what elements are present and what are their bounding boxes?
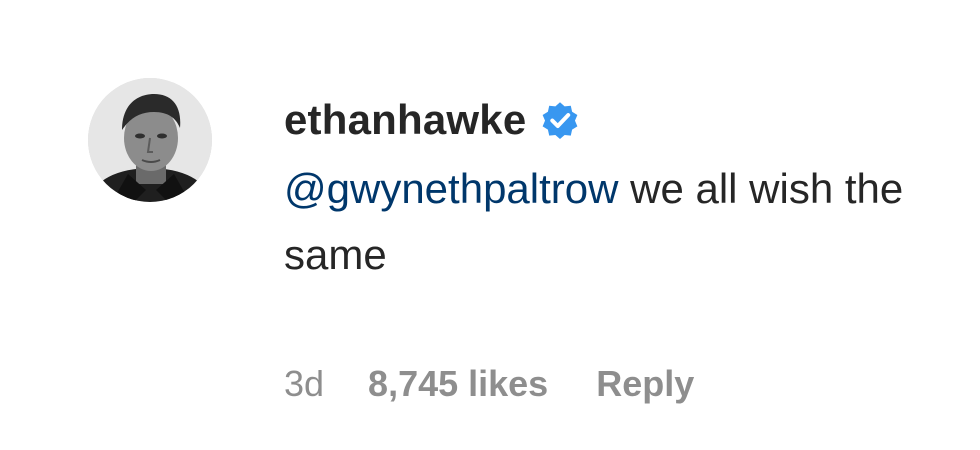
profile-photo-icon	[88, 78, 212, 202]
user-row: ethanhawke	[284, 92, 924, 148]
username-link[interactable]: ethanhawke	[284, 92, 526, 148]
comment-meta: 3d 8,745 likes Reply	[284, 360, 694, 408]
mention-link[interactable]: @gwynethpaltrow	[284, 165, 618, 212]
timestamp[interactable]: 3d	[284, 363, 324, 405]
avatar[interactable]	[88, 78, 212, 202]
reply-button[interactable]: Reply	[596, 363, 694, 405]
likes-count[interactable]: 8,745 likes	[368, 363, 548, 405]
comment-text: @gwynethpaltrow we all wish the same	[284, 156, 904, 288]
verified-badge-icon	[538, 98, 582, 142]
comment-body: ethanhawke @gwynethpaltrow we all wish t…	[284, 92, 924, 288]
comment: ethanhawke @gwynethpaltrow we all wish t…	[0, 0, 980, 450]
